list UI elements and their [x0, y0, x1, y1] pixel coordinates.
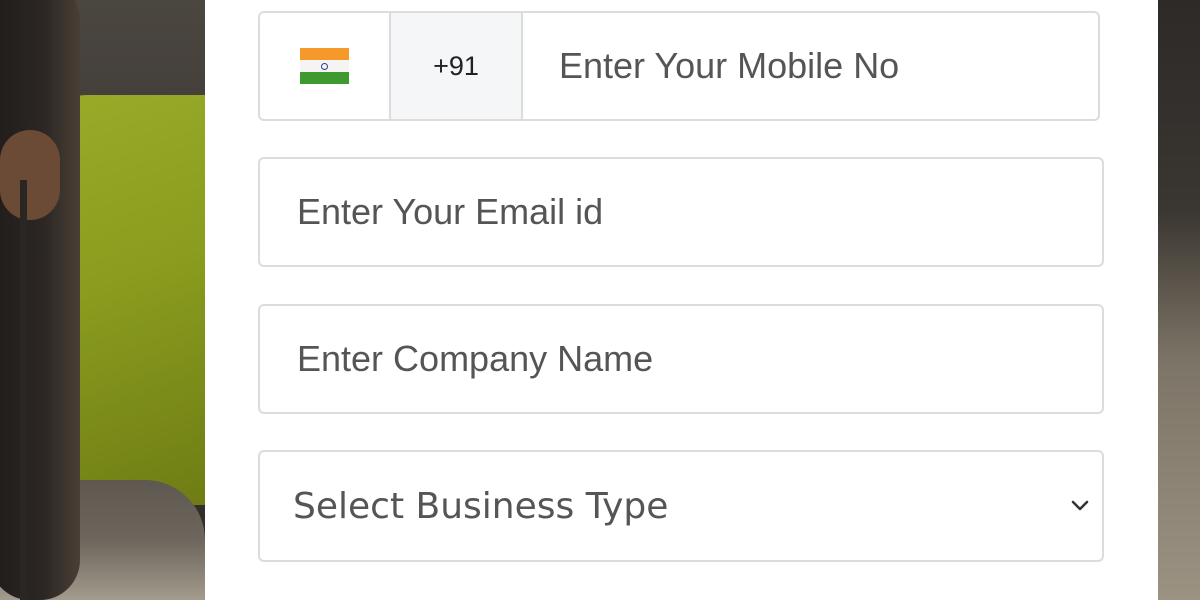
- company-name-input[interactable]: [260, 337, 1102, 381]
- company-field-wrapper: [258, 304, 1104, 414]
- form-panel: +91 Select Business Type: [205, 0, 1158, 600]
- country-selector[interactable]: [260, 13, 391, 119]
- trekking-pole-image: [20, 180, 27, 600]
- chevron-down-icon: [1068, 494, 1092, 518]
- india-flag-icon: [300, 48, 349, 84]
- country-code: +91: [391, 13, 523, 119]
- hiker-image: [0, 0, 80, 600]
- business-type-select[interactable]: Select Business Type: [258, 450, 1104, 562]
- business-type-selected: Select Business Type: [293, 485, 669, 527]
- email-field-wrapper: [258, 157, 1104, 267]
- background-photo-right: [1158, 0, 1200, 600]
- email-input[interactable]: [260, 190, 1102, 234]
- mobile-number-input[interactable]: [523, 13, 1098, 119]
- hiker-arm-image: [0, 130, 60, 220]
- mobile-number-group: +91: [258, 11, 1100, 121]
- background-photo-left: [0, 0, 218, 600]
